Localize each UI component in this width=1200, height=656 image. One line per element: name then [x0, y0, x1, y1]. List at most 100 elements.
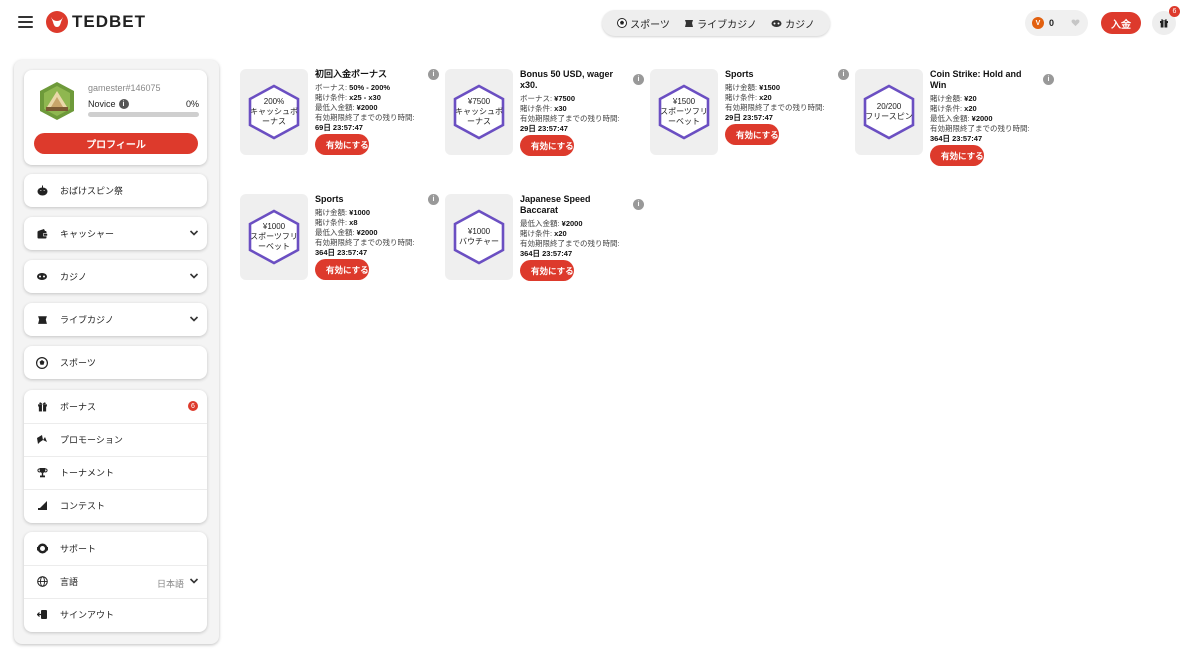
soccer-ball-icon: [36, 356, 48, 369]
top-nav-casino[interactable]: カジノ: [771, 16, 815, 31]
promo-card[interactable]: おばけスピン祭: [24, 174, 207, 207]
info-icon[interactable]: i: [118, 99, 129, 109]
bonus-card: 200% キャッシュボ ーナス 初回入金ボーナス i ボーナス: 50% - 200% 賭け…: [240, 69, 440, 189]
sidebar-item-signout[interactable]: サインアウト: [24, 598, 207, 631]
bonus-card: ¥1000 スポーツフリ ーベット Sports i 賭け金額: ¥1000 賭け条件: x…: [240, 194, 440, 314]
sidebar-item-sports[interactable]: スポーツ: [24, 346, 207, 379]
bonus-detail-line: 最低入金額: ¥2000: [315, 103, 378, 113]
bar-chart-icon: [36, 500, 48, 512]
bonus-detail-key: 賭け条件:: [315, 218, 350, 227]
logo[interactable]: TEDBET: [46, 11, 146, 33]
info-icon[interactable]: i: [1043, 74, 1054, 85]
bonus-detail-value: x20: [554, 229, 567, 238]
bonus-detail-key: 賭け金額:: [930, 94, 965, 103]
logo-text: TEDBET: [72, 12, 146, 31]
deposit-button[interactable]: 入金: [1101, 12, 1141, 34]
sidebar-item-casino[interactable]: カジノ: [24, 260, 207, 293]
bonus-detail-value: 69日 23:57:47: [315, 123, 363, 132]
bonus-detail-key: 賭け条件:: [520, 229, 555, 238]
bonus-detail-line: 364日 23:57:47: [315, 248, 367, 258]
bonus-detail-line: 最低入金額: ¥2000: [315, 228, 378, 238]
bonus-detail-value: ¥1500: [759, 83, 781, 92]
dealer-icon: [36, 314, 48, 326]
bonus-detail-line: 69日 23:57:47: [315, 123, 363, 133]
bonus-hex-text: ¥1500: [672, 97, 696, 106]
chevron-down-icon[interactable]: [189, 271, 199, 281]
bonus-hex-text: ーベット: [668, 117, 700, 126]
bonus-detail-key: 有効期限終了までの残り時間:: [520, 114, 620, 123]
profile-button[interactable]: プロフィール: [34, 133, 198, 154]
sidebar-item-promotion[interactable]: プロモーション: [24, 423, 207, 456]
sidebar-item-promo[interactable]: おばけスピン祭: [24, 174, 207, 207]
bonus-detail-line: 賭け金額: ¥1000: [315, 208, 370, 218]
gift-icon: [1160, 19, 1168, 28]
megaphone-icon: [36, 434, 48, 446]
hamburger-menu-icon[interactable]: [18, 16, 33, 28]
info-icon[interactable]: i: [428, 69, 439, 80]
sports-card[interactable]: スポーツ: [24, 346, 207, 379]
info-icon[interactable]: i: [633, 74, 644, 85]
bonus-detail-value: ¥2000: [356, 103, 378, 112]
bonus-detail-key: 有効期限終了までの残り時間:: [725, 103, 825, 112]
sidebar-item-live-casino[interactable]: ライブカジノ: [24, 303, 207, 336]
casino-card[interactable]: カジノ: [24, 260, 207, 293]
bonus-hex-text: キャッシュボ: [250, 107, 298, 116]
bonus-detail-line: ボーナス: ¥7500: [520, 94, 575, 104]
bonus-title: Sports: [315, 194, 344, 204]
bonus-thumbnail: ¥7500 キャッシュボ ーナス: [445, 69, 513, 155]
live-casino-card[interactable]: ライブカジノ: [24, 303, 207, 336]
info-icon[interactable]: i: [428, 194, 439, 205]
bonus-detail-line: 有効期限終了までの残り時間:: [315, 113, 415, 123]
bonus-detail-key: 最低入金額:: [520, 219, 562, 228]
activate-button[interactable]: 有効にする: [930, 145, 984, 166]
activate-button[interactable]: 有効にする: [315, 134, 369, 155]
pumpkin-icon: [36, 185, 48, 197]
bonus-detail-line: 有効期限終了までの残り時間:: [725, 103, 825, 113]
bonus-detail-line: 賭け条件: x8: [315, 218, 358, 228]
dealer-icon: [685, 20, 694, 27]
sidebar-item-contest[interactable]: コンテスト: [24, 489, 207, 522]
top-nav-live-casino[interactable]: ライブカジノ: [684, 16, 757, 31]
language-value: 日本語: [156, 579, 184, 589]
sidebar-item-tournament[interactable]: トーナメント: [24, 456, 207, 489]
activate-button[interactable]: 有効にする: [725, 124, 779, 145]
info-icon[interactable]: i: [633, 199, 644, 210]
bonus-detail-key: 有効期限終了までの残り時間:: [315, 113, 415, 122]
bonus-detail-line: 賭け金額: ¥20: [930, 94, 977, 104]
sidebar-item-label: コンテスト: [60, 501, 106, 511]
bonus-detail-line: ボーナス: 50% - 200%: [315, 83, 390, 93]
globe-icon: [36, 576, 48, 588]
sidebar-item-support[interactable]: サポート: [24, 532, 207, 565]
bonus-detail-line: 29日 23:57:47: [520, 124, 568, 134]
activate-button[interactable]: 有効にする: [315, 259, 369, 280]
top-nav-sports[interactable]: スポーツ: [617, 16, 670, 31]
chevron-down-icon[interactable]: [189, 228, 199, 238]
heart-icon: [1071, 19, 1080, 27]
account-card: サポート 言語 日本語 サインアウト: [24, 532, 207, 632]
activate-button[interactable]: 有効にする: [520, 260, 574, 281]
sidebar-item-bonus[interactable]: ボーナス 6: [24, 390, 207, 423]
bonus-detail-value: 50% - 200%: [349, 83, 391, 92]
bonus-detail-key: 賭け条件:: [520, 104, 555, 113]
chevron-down-icon[interactable]: [189, 576, 199, 586]
activate-button[interactable]: 有効にする: [520, 135, 574, 156]
bonus-detail-line: 最低入金額: ¥2000: [930, 114, 993, 124]
bonus-hex-text: バウチャー: [459, 237, 499, 246]
sidebar-item-language[interactable]: 言語 日本語: [24, 565, 207, 598]
bonus-detail-line: 29日 23:57:47: [725, 113, 773, 123]
wallet-balance[interactable]: V 0: [1025, 10, 1088, 36]
info-icon[interactable]: i: [838, 69, 849, 80]
bonus-detail-line: 有効期限終了までの残り時間:: [520, 239, 620, 249]
bonus-detail-value: 29日 23:57:47: [725, 113, 773, 122]
cashier-card[interactable]: キャッシャー: [24, 217, 207, 250]
chevron-down-icon[interactable]: [189, 314, 199, 324]
sidebar-item-cashier[interactable]: キャッシャー: [24, 217, 207, 250]
slot-icon: [771, 19, 782, 27]
bonus-detail-line: 賭け条件: x30: [520, 104, 567, 114]
bonus-hex-text: ーナス: [467, 117, 491, 126]
bonus-hex-text: ーナス: [262, 117, 286, 126]
bonus-detail-key: 有効期限終了までの残り時間:: [520, 239, 620, 248]
gift-count-badge: 6: [1169, 6, 1180, 17]
bonus-hex-text: フリースピン: [865, 112, 913, 121]
avatar[interactable]: [37, 81, 77, 121]
